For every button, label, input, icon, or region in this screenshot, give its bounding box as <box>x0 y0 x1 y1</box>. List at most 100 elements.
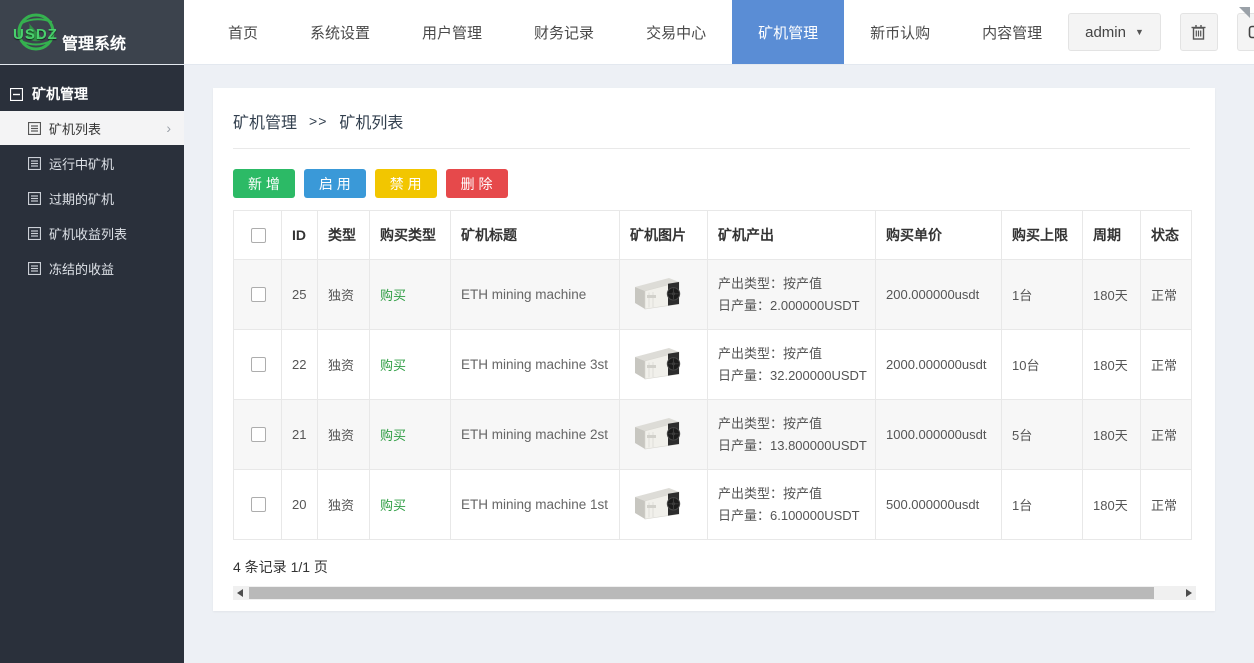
nav-item-home[interactable]: 首页 <box>202 0 284 64</box>
sidebar-group-miner-management[interactable]: 矿机管理 <box>0 78 184 110</box>
cell-output: 产出类型：按产值日产量：6.100000USDT <box>708 470 876 540</box>
top-bar: USDZ 管理系统 首页 系统设置 用户管理 财务记录 交易中心 矿机管理 新币… <box>0 0 1254 65</box>
nav-item-finance-records[interactable]: 财务记录 <box>508 0 620 64</box>
add-button[interactable]: 新 增 <box>233 169 295 198</box>
cell-id: 21 <box>282 400 318 470</box>
select-all-checkbox[interactable] <box>251 228 266 243</box>
enable-button[interactable]: 启 用 <box>304 169 366 198</box>
breadcrumb-parent[interactable]: 矿机管理 <box>233 109 297 133</box>
header-title: 矿机标题 <box>451 211 620 260</box>
cell-image <box>620 400 708 470</box>
miner-table: ID 类型 购买类型 矿机标题 矿机图片 矿机产出 购买单价 购买上限 周期 状… <box>233 210 1192 540</box>
horizontal-scrollbar[interactable] <box>233 586 1196 600</box>
row-checkbox[interactable] <box>251 357 266 372</box>
output-type: 产出类型：按产值 <box>718 343 865 365</box>
table-row: 22独资购买ETH mining machine 3st 产出类型：按产值日产量… <box>234 330 1192 400</box>
cell-image <box>620 330 708 400</box>
cell-checkbox <box>234 330 282 400</box>
cell-limit: 1台 <box>1002 470 1083 540</box>
list-icon <box>28 192 41 205</box>
miner-image <box>630 481 686 525</box>
output-type: 产出类型：按产值 <box>718 413 865 435</box>
cell-limit: 5台 <box>1002 400 1083 470</box>
table-body: 25独资购买ETH mining machine 产出类型：按产值日产量：2.0… <box>234 260 1192 540</box>
logout-icon <box>1247 23 1254 41</box>
cell-period: 180天 <box>1083 330 1141 400</box>
cell-price: 1000.000000usdt <box>876 400 1002 470</box>
nav-item-content-management[interactable]: 内容管理 <box>956 0 1068 64</box>
cell-price: 200.000000usdt <box>876 260 1002 330</box>
cell-image <box>620 260 708 330</box>
nav-item-user-management[interactable]: 用户管理 <box>396 0 508 64</box>
breadcrumb-separator: >> <box>309 113 327 129</box>
header-output: 矿机产出 <box>708 211 876 260</box>
sidebar-item-miner-list[interactable]: 矿机列表 › <box>0 111 184 145</box>
table-row: 20独资购买ETH mining machine 1st 产出类型：按产值日产量… <box>234 470 1192 540</box>
cell-output: 产出类型：按产值日产量：2.000000USDT <box>708 260 876 330</box>
logout-button[interactable] <box>1237 13 1254 51</box>
cell-type: 独资 <box>318 470 370 540</box>
nav-item-trade-center[interactable]: 交易中心 <box>620 0 732 64</box>
miner-image <box>630 411 686 455</box>
clear-cache-button[interactable] <box>1180 13 1218 51</box>
cell-limit: 1台 <box>1002 260 1083 330</box>
sidebar-item-miner-earnings[interactable]: 矿机收益列表 <box>0 217 184 250</box>
caret-down-icon: ▼ <box>1135 27 1144 37</box>
collapse-icon <box>10 88 23 101</box>
daily-output: 日产量：13.800000USDT <box>718 435 865 457</box>
cell-buy-type: 购买 <box>370 400 451 470</box>
sidebar-group-label: 矿机管理 <box>32 84 88 104</box>
sidebar-item-expired-miners[interactable]: 过期的矿机 <box>0 182 184 215</box>
scrollbar-thumb[interactable] <box>249 587 1154 599</box>
scroll-right-arrow-icon[interactable] <box>1186 589 1192 597</box>
cell-buy-type: 购买 <box>370 330 451 400</box>
cell-title: ETH mining machine <box>451 260 620 330</box>
daily-output: 日产量：6.100000USDT <box>718 505 865 527</box>
cell-buy-type: 购买 <box>370 470 451 540</box>
record-count: 4 条记录 1/1 页 <box>233 557 1190 577</box>
sidebar-item-frozen-earnings[interactable]: 冻结的收益 <box>0 252 184 285</box>
output-type: 产出类型：按产值 <box>718 273 865 295</box>
cell-checkbox <box>234 400 282 470</box>
cell-period: 180天 <box>1083 260 1141 330</box>
cell-output: 产出类型：按产值日产量：32.200000USDT <box>708 330 876 400</box>
header-type: 类型 <box>318 211 370 260</box>
row-checkbox[interactable] <box>251 287 266 302</box>
header-status: 状态 <box>1141 211 1192 260</box>
page-scrollbar-arrow[interactable] <box>1239 7 1250 18</box>
header-id: ID <box>282 211 318 260</box>
list-icon <box>28 262 41 275</box>
nav-item-miner-management[interactable]: 矿机管理 <box>732 0 844 64</box>
table-row: 21独资购买ETH mining machine 2st 产出类型：按产值日产量… <box>234 400 1192 470</box>
miner-image <box>630 341 686 385</box>
cell-output: 产出类型：按产值日产量：13.800000USDT <box>708 400 876 470</box>
admin-dropdown[interactable]: admin ▼ <box>1068 13 1161 51</box>
table-header-row: ID 类型 购买类型 矿机标题 矿机图片 矿机产出 购买单价 购买上限 周期 状… <box>234 211 1192 260</box>
header-buy-type: 购买类型 <box>370 211 451 260</box>
logo: USDZ 管理系统 <box>0 0 184 64</box>
miner-image <box>630 271 686 315</box>
sidebar-item-label: 矿机列表 <box>49 119 101 138</box>
header-image: 矿机图片 <box>620 211 708 260</box>
cell-checkbox <box>234 470 282 540</box>
row-checkbox[interactable] <box>251 497 266 512</box>
cell-buy-type: 购买 <box>370 260 451 330</box>
sidebar-item-running-miners[interactable]: 运行中矿机 <box>0 147 184 180</box>
cell-title: ETH mining machine 2st <box>451 400 620 470</box>
header-limit: 购买上限 <box>1002 211 1083 260</box>
delete-button[interactable]: 删 除 <box>446 169 508 198</box>
cell-checkbox <box>234 260 282 330</box>
output-type: 产出类型：按产值 <box>718 483 865 505</box>
cell-type: 独资 <box>318 260 370 330</box>
scroll-left-arrow-icon[interactable] <box>237 589 243 597</box>
disable-button[interactable]: 禁 用 <box>375 169 437 198</box>
cell-period: 180天 <box>1083 400 1141 470</box>
nav-item-system-settings[interactable]: 系统设置 <box>284 0 396 64</box>
nav-item-new-coin[interactable]: 新币认购 <box>844 0 956 64</box>
row-checkbox[interactable] <box>251 427 266 442</box>
cell-type: 独资 <box>318 400 370 470</box>
header-checkbox-cell <box>234 211 282 260</box>
cell-id: 22 <box>282 330 318 400</box>
trash-icon <box>1190 23 1207 41</box>
daily-output: 日产量：32.200000USDT <box>718 365 865 387</box>
